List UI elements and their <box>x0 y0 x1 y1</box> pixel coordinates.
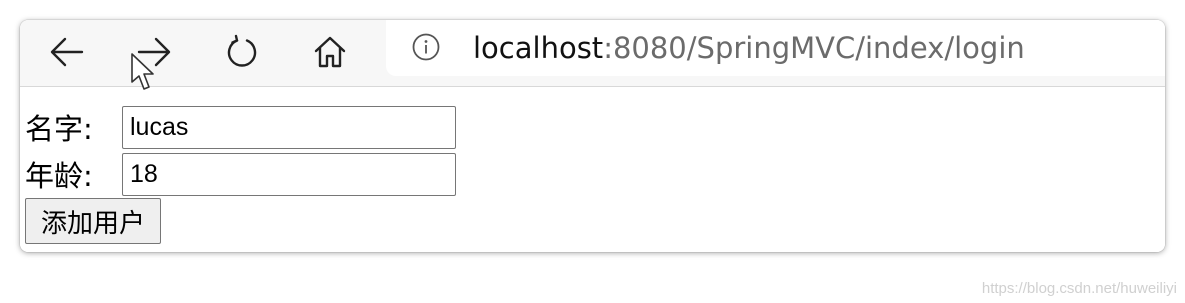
reload-icon <box>227 34 257 67</box>
back-button[interactable] <box>43 28 91 76</box>
address-bar[interactable]: localhost:8080/SpringMVC/index/login <box>386 20 1165 76</box>
url-text[interactable]: localhost:8080/SpringMVC/index/login <box>473 28 1025 68</box>
browser-toolbar: localhost:8080/SpringMVC/index/login <box>20 20 1165 87</box>
info-icon[interactable] <box>412 33 440 61</box>
reload-button[interactable] <box>218 28 266 76</box>
age-row: 年龄: <box>25 152 456 196</box>
name-label: 名字: <box>25 112 93 146</box>
watermark: https://blog.csdn.net/huweiliyi <box>981 280 1177 297</box>
add-user-button[interactable]: 添加用户 <box>25 198 162 244</box>
name-row: 名字: <box>25 105 456 149</box>
url-host: localhost <box>473 31 604 65</box>
home-icon <box>314 36 346 68</box>
browser-window: localhost:8080/SpringMVC/index/login 名字:… <box>20 20 1165 252</box>
home-button[interactable] <box>306 28 354 76</box>
age-label: 年龄: <box>25 159 93 193</box>
name-input[interactable] <box>122 105 456 149</box>
page-content: 名字: 年龄: 添加用户 <box>20 87 1165 252</box>
back-arrow-icon <box>50 37 84 67</box>
url-path: :8080/SpringMVC/index/login <box>603 31 1025 65</box>
age-input[interactable] <box>122 152 456 196</box>
forward-arrow-icon <box>137 37 171 67</box>
forward-button[interactable] <box>130 28 178 76</box>
